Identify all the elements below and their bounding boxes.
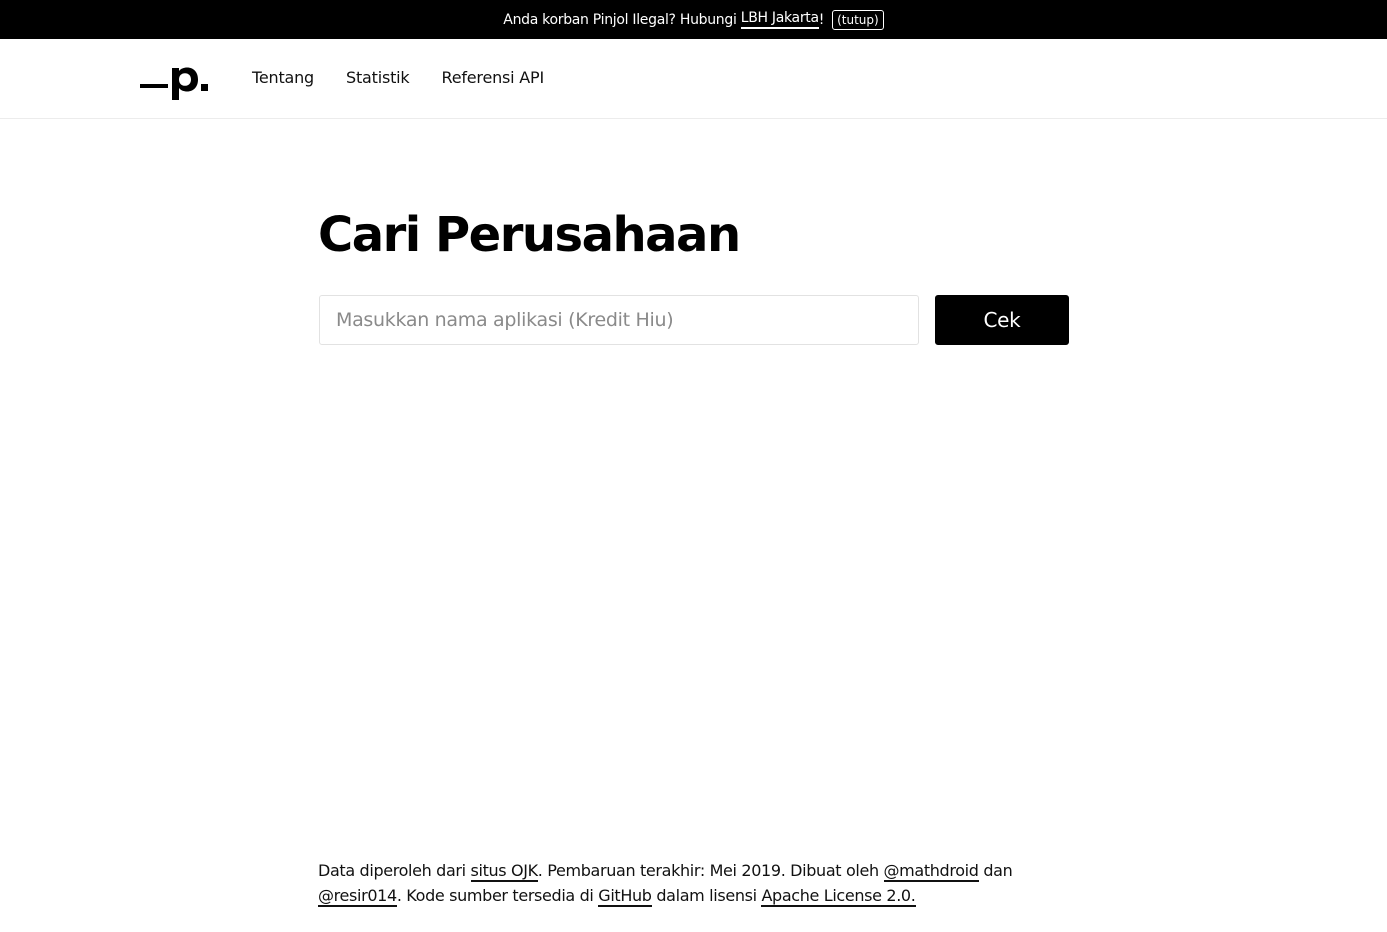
announcement-bar: Anda korban Pinjol Ilegal? Hubungi LBH J…	[0, 0, 1387, 39]
logo-icon	[140, 67, 208, 100]
announcement-suffix: !	[818, 11, 825, 28]
footer-text-4: . Kode sumber tersedia di	[396, 886, 599, 905]
top-navigation: Tentang Statistik Referensi API	[0, 39, 1387, 119]
footer-text-2: . Pembaruan terakhir: Mei 2019. Dibuat o…	[537, 861, 884, 880]
footer-text-5: dalam lisensi	[651, 886, 762, 905]
close-announcement-button[interactable]: (tutup)	[832, 9, 884, 30]
logo[interactable]	[140, 59, 210, 101]
nav-links: Tentang Statistik Referensi API	[252, 68, 544, 87]
announcement-text: Anda korban Pinjol Ilegal? Hubungi	[503, 11, 741, 28]
github-link[interactable]: GitHub	[598, 886, 652, 907]
page-title: Cari Perusahaan	[318, 207, 741, 263]
lbh-jakarta-link[interactable]: LBH Jakarta	[740, 10, 819, 29]
check-button[interactable]: Cek	[935, 295, 1069, 345]
footer-text: Data diperoleh dari situs OJK. Pembaruan…	[318, 858, 1038, 908]
ojk-link[interactable]: situs OJK	[470, 861, 538, 882]
search-input[interactable]	[319, 295, 919, 345]
apache-license-link[interactable]: Apache License 2.0.	[761, 886, 916, 907]
resir014-link[interactable]: @resir014	[318, 886, 397, 907]
nav-item-referensi-api[interactable]: Referensi API	[442, 68, 545, 87]
footer-text-1: Data diperoleh dari	[318, 861, 471, 880]
mathdroid-link[interactable]: @mathdroid	[883, 861, 979, 882]
nav-item-tentang[interactable]: Tentang	[252, 68, 314, 87]
nav-item-statistik[interactable]: Statistik	[346, 68, 410, 87]
footer-text-3: dan	[978, 861, 1013, 880]
